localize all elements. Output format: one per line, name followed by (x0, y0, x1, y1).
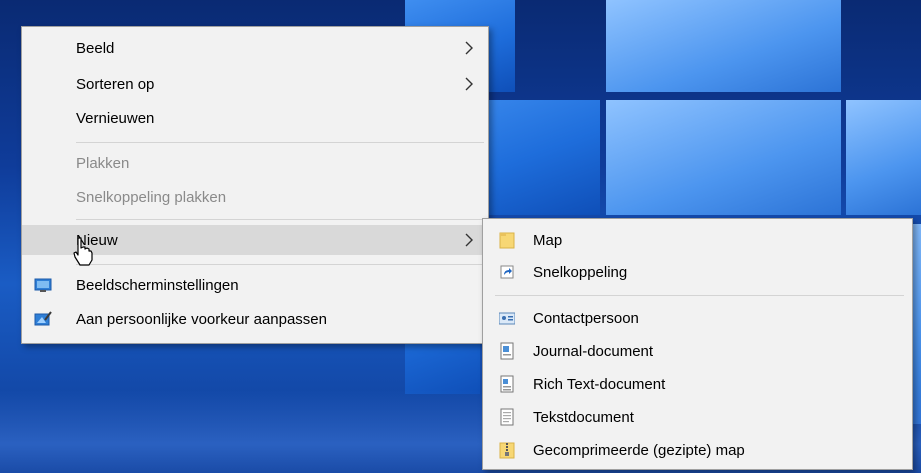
chevron-right-icon (465, 77, 473, 91)
new-submenu: Map Snelkoppeling Contactpersoon Journal… (482, 218, 913, 470)
menu-item-label: Beeldscherminstellingen (76, 276, 239, 294)
submenu-item-contactpersoon[interactable]: Contactpersoon (483, 303, 912, 333)
menu-item-aan-persoonlijke-voorkeur-aanpassen[interactable]: Aan persoonlijke voorkeur aanpassen (22, 304, 488, 334)
wallpaper-pane (606, 100, 841, 215)
submenu-item-label: Journal-document (533, 342, 654, 360)
menu-item-vernieuwen[interactable]: Vernieuwen (22, 103, 488, 133)
journal-document-icon (500, 342, 514, 360)
menu-separator (76, 264, 484, 265)
chevron-right-icon (465, 233, 473, 247)
shortcut-icon (500, 265, 514, 279)
menu-separator (76, 219, 484, 220)
submenu-item-tekstdocument[interactable]: Tekstdocument (483, 402, 912, 432)
menu-item-beeld[interactable]: Beeld (22, 33, 488, 63)
submenu-item-label: Gecomprimeerde (gezipte) map (533, 441, 745, 459)
submenu-separator (495, 295, 904, 296)
menu-item-label: Snelkoppeling plakken (76, 188, 227, 206)
submenu-item-label: Snelkoppeling (533, 263, 628, 281)
wallpaper-pane (606, 0, 841, 92)
menu-item-sorteren-op[interactable]: Sorteren op (22, 69, 488, 99)
contact-card-icon (499, 312, 515, 325)
submenu-item-label: Contactpersoon (533, 309, 639, 327)
rich-text-document-icon (500, 375, 514, 393)
menu-item-snelkoppeling-plakken[interactable]: Snelkoppeling plakken (22, 182, 488, 212)
submenu-item-snelkoppeling[interactable]: Snelkoppeling (483, 257, 912, 287)
submenu-item-label: Map (533, 231, 563, 249)
menu-item-label: Beeld (76, 39, 115, 57)
text-document-icon (500, 408, 514, 426)
submenu-item-journal-document[interactable]: Journal-document (483, 336, 912, 366)
wallpaper-pane (846, 100, 921, 215)
personalize-icon (34, 311, 52, 326)
menu-separator (76, 142, 484, 143)
menu-item-beeldscherminstellingen[interactable]: Beeldscherminstellingen (22, 270, 488, 300)
submenu-item-gecomprimeerde-map[interactable]: Gecomprimeerde (gezipte) map (483, 435, 912, 465)
submenu-item-map[interactable]: Map (483, 225, 912, 255)
menu-item-label: Sorteren op (76, 75, 155, 93)
submenu-item-label: Rich Text-document (533, 375, 666, 393)
menu-item-plakken[interactable]: Plakken (22, 148, 488, 178)
submenu-item-label: Tekstdocument (533, 408, 634, 426)
submenu-item-rich-text-document[interactable]: Rich Text-document (483, 369, 912, 399)
desktop-context-menu: Beeld Sorteren op Vernieuwen Plakken Sne… (21, 26, 489, 344)
zip-folder-icon (499, 442, 515, 459)
monitor-icon (34, 278, 52, 292)
menu-item-label: Plakken (76, 154, 130, 172)
folder-icon (499, 232, 515, 249)
hand-cursor-icon (73, 237, 93, 266)
chevron-right-icon (465, 41, 473, 55)
menu-item-label: Vernieuwen (76, 109, 155, 127)
menu-item-label: Aan persoonlijke voorkeur aanpassen (76, 310, 327, 328)
